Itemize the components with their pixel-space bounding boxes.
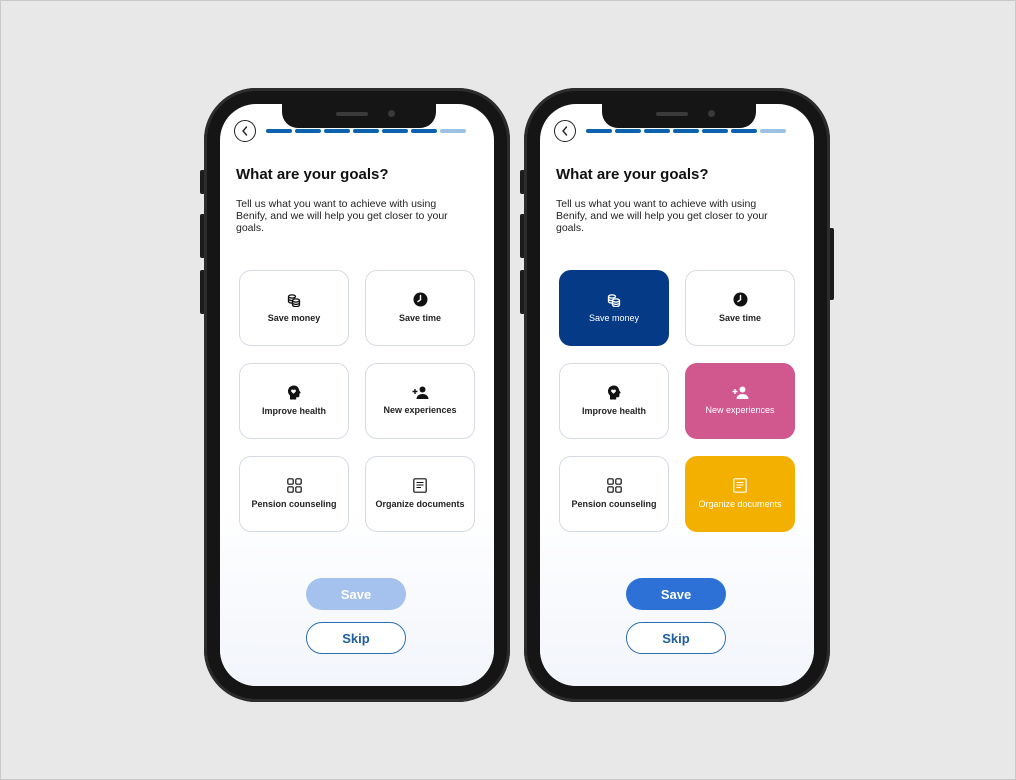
- page-title: What are your goals?: [236, 166, 389, 183]
- head-heart-icon: [288, 385, 301, 400]
- speaker-grille: [336, 112, 368, 116]
- progress-step: [295, 129, 321, 133]
- progress-bar: [266, 129, 466, 133]
- goal-card-save-time[interactable]: Save time: [685, 270, 795, 346]
- add-person-icon: [732, 386, 748, 399]
- back-chevron-icon: [562, 126, 568, 136]
- back-chevron-icon: [242, 126, 248, 136]
- progress-bar: [586, 129, 786, 133]
- goal-card-improve-health[interactable]: Improve health: [239, 363, 349, 439]
- front-camera: [708, 110, 715, 117]
- goal-card-save-money-selected[interactable]: Save money: [559, 270, 669, 346]
- grid-icon: [606, 478, 622, 493]
- phone-mockup-unselected: What are your goals? Tell us what you wa…: [200, 88, 510, 702]
- progress-step: [324, 129, 350, 133]
- goal-label: Improve health: [581, 406, 646, 416]
- goal-card-save-time[interactable]: Save time: [365, 270, 475, 346]
- goal-label: Improve health: [261, 406, 326, 416]
- goal-label: Save money: [267, 312, 321, 323]
- add-person-icon: [412, 386, 428, 399]
- goal-label: Save time: [718, 313, 762, 323]
- progress-step-remaining: [760, 129, 786, 133]
- goal-label: Pension counseling: [571, 499, 657, 509]
- goal-card-new-experiences[interactable]: New experiences: [365, 363, 475, 439]
- progress-step: [266, 129, 292, 133]
- progress-step: [353, 129, 379, 133]
- page-title: What are your goals?: [556, 166, 709, 183]
- front-camera: [388, 110, 395, 117]
- skip-button[interactable]: Skip: [306, 622, 406, 654]
- progress-step: [382, 129, 408, 133]
- progress-step: [731, 129, 757, 133]
- progress-step-remaining: [440, 129, 466, 133]
- goal-label: New experiences: [705, 405, 775, 415]
- goal-label: Save time: [398, 313, 442, 323]
- speaker-grille: [656, 112, 688, 116]
- save-button[interactable]: Save: [626, 578, 726, 610]
- clock-icon: [733, 292, 747, 307]
- coins-icon: [287, 293, 301, 307]
- progress-step: [586, 129, 612, 133]
- document-icon: [413, 478, 427, 493]
- progress-step: [615, 129, 641, 133]
- page-description: Tell us what you want to achieve with us…: [236, 198, 448, 234]
- back-button[interactable]: [234, 120, 256, 142]
- progress-step: [644, 129, 670, 133]
- goal-card-organize-documents[interactable]: Organize documents: [365, 456, 475, 532]
- goal-card-new-experiences-selected[interactable]: New experiences: [685, 363, 795, 439]
- goals-screen: What are your goals? Tell us what you wa…: [220, 104, 494, 686]
- goal-label: Organize documents: [698, 499, 782, 509]
- back-button[interactable]: [554, 120, 576, 142]
- progress-step: [702, 129, 728, 133]
- goal-card-improve-health[interactable]: Improve health: [559, 363, 669, 439]
- goals-screen: What are your goals? Tell us what you wa…: [540, 104, 814, 686]
- grid-icon: [286, 478, 302, 493]
- phone-notch: [282, 104, 436, 128]
- goal-label: Save money: [588, 312, 640, 323]
- goal-card-save-money[interactable]: Save money: [239, 270, 349, 346]
- skip-button[interactable]: Skip: [626, 622, 726, 654]
- save-button[interactable]: Save: [306, 578, 406, 610]
- progress-step: [411, 129, 437, 133]
- clock-icon: [413, 292, 427, 307]
- phone-notch: [602, 104, 756, 128]
- goal-label: Organize documents: [375, 499, 465, 509]
- goal-card-pension-counseling[interactable]: Pension counseling: [559, 456, 669, 532]
- goal-card-organize-documents-selected[interactable]: Organize documents: [685, 456, 795, 532]
- coins-icon: [607, 293, 621, 307]
- goal-card-pension-counseling[interactable]: Pension counseling: [239, 456, 349, 532]
- phone-mockup-selected: What are your goals? Tell us what you wa…: [520, 88, 834, 702]
- goal-label: Pension counseling: [251, 499, 337, 509]
- document-icon: [733, 478, 747, 493]
- goal-label: New experiences: [383, 405, 457, 415]
- head-heart-icon: [608, 385, 621, 400]
- page-description: Tell us what you want to achieve with us…: [556, 198, 768, 234]
- progress-step: [673, 129, 699, 133]
